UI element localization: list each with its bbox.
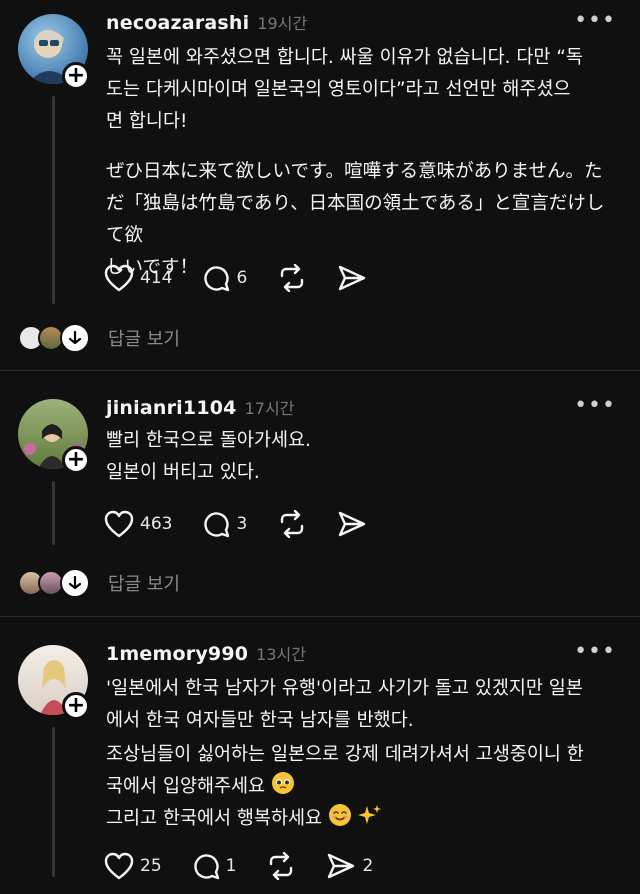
more-horizontal-icon[interactable]: ••• xyxy=(574,8,616,33)
like-button[interactable]: 414 xyxy=(104,264,172,292)
pleading-face-emoji-icon xyxy=(271,772,294,794)
comment-count: 1 xyxy=(225,856,237,876)
like-count: 463 xyxy=(140,514,173,534)
text-segment: 국에서 입양해주세요 xyxy=(106,776,266,797)
text-line: 면 합니다! xyxy=(106,111,188,132)
follow-plus-icon[interactable]: + xyxy=(62,62,90,90)
action-bar: 463 3 xyxy=(104,509,397,539)
view-replies-link[interactable]: 답글 보기 xyxy=(108,325,180,351)
action-bar: 414 6 xyxy=(104,263,397,293)
send-icon xyxy=(339,265,366,291)
post-header: necoazarashi 19시간 xyxy=(106,10,307,36)
comment-button[interactable]: 1 xyxy=(192,852,237,880)
comment-icon xyxy=(193,854,219,880)
post-necoazarashi: + necoazarashi 19시간 ••• 꼭 일본에 와주셨으면 합니다.… xyxy=(0,0,640,370)
text-segment: 조상님들이 싫어하는 일본으로 강제 데려가셔서 고생중이니 한 xyxy=(106,744,584,765)
timestamp: 19시간 xyxy=(257,14,308,33)
comment-count: 6 xyxy=(236,268,248,288)
text-line: 에서 한국 여자들만 한국 남자를 반했다. xyxy=(106,710,414,731)
heart-icon xyxy=(104,852,134,880)
text-line: 일본이 버티고 있다. xyxy=(106,462,260,483)
share-button[interactable]: 2 xyxy=(326,852,373,880)
text-line: 국에서 입양해주세요 xyxy=(106,771,621,803)
post-text: '일본에서 한국 남자가 유행'이라고 사기가 돌고 있겠지만 일본 에서 한국… xyxy=(106,673,621,835)
comment-button[interactable]: 6 xyxy=(202,264,247,292)
like-button[interactable]: 463 xyxy=(104,510,172,538)
repost-button[interactable] xyxy=(266,852,296,880)
thread-line xyxy=(52,481,55,545)
post-1memory990: + 1memory990 13시간 ••• '일본에서 한국 남자가 유행'이라… xyxy=(0,617,640,894)
post-header: 1memory990 13시간 xyxy=(106,641,306,667)
thread-line xyxy=(52,96,55,304)
comment-count: 3 xyxy=(236,514,248,534)
repost-button[interactable] xyxy=(277,510,307,538)
follow-plus-icon[interactable]: + xyxy=(62,446,90,474)
thread-line xyxy=(52,727,55,877)
share-button[interactable] xyxy=(337,510,367,538)
repost-icon xyxy=(270,852,293,880)
comment-icon xyxy=(204,266,230,292)
post-text: 빨리 한국으로 돌아가세요. 일본이 버티고 있다. xyxy=(106,425,621,489)
arrow-down-icon[interactable] xyxy=(60,323,90,353)
post-header: jinianri1104 17시간 xyxy=(106,395,294,421)
action-bar: 25 1 2 xyxy=(104,851,403,881)
heart-icon xyxy=(104,264,134,292)
more-horizontal-icon[interactable]: ••• xyxy=(574,393,616,418)
text-line: 빨리 한국으로 돌아가세요. xyxy=(106,430,311,451)
timestamp: 17시간 xyxy=(244,399,295,418)
heart-icon xyxy=(104,510,134,538)
text-line: 조상님들이 싫어하는 일본으로 강제 데려가셔서 고생중이니 한 xyxy=(106,739,621,771)
username[interactable]: 1memory990 xyxy=(106,643,248,665)
like-button[interactable]: 25 xyxy=(104,852,162,880)
like-count: 25 xyxy=(140,856,162,876)
send-icon xyxy=(328,853,355,879)
text-line: 도는 다케시마이며 일본국의 영토이다”라고 선언만 해주셨으 xyxy=(106,79,571,100)
send-icon xyxy=(339,511,366,537)
sparkles-emoji-icon xyxy=(357,805,381,824)
post-text: 꼭 일본에 와주셨으면 합니다. 싸울 이유가 없습니다. 다만 “독 도는 다… xyxy=(106,42,621,284)
like-count: 414 xyxy=(140,268,173,288)
repost-icon xyxy=(281,264,304,292)
text-segment: 그리고 한국에서 행복하세요 xyxy=(106,808,323,829)
more-horizontal-icon[interactable]: ••• xyxy=(574,639,616,664)
view-replies-link[interactable]: 답글 보기 xyxy=(108,570,180,596)
text-line: ぜひ日本に来て欲しいです。喧嘩する意味がありません。た xyxy=(106,161,603,182)
timestamp: 13시간 xyxy=(256,645,306,664)
post-jinianri1104: + jinianri1104 17시간 ••• 빨리 한국으로 돌아가세요. 일… xyxy=(0,371,640,615)
arrow-down-icon[interactable] xyxy=(60,568,90,598)
replies-row[interactable]: 답글 보기 xyxy=(18,568,180,598)
repost-button[interactable] xyxy=(277,264,307,292)
comment-icon xyxy=(204,512,230,538)
text-line: だ「独島は竹島であり、日本国の領土である」と宣言だけして欲 xyxy=(106,193,605,246)
text-line: 꼭 일본에 와주셨으면 합니다. 싸울 이유가 없습니다. 다만 “독 xyxy=(106,47,583,68)
text-line: '일본에서 한국 남자가 유행'이라고 사기가 돌고 있겠지만 일본 xyxy=(106,678,583,699)
repost-icon xyxy=(281,510,304,538)
smiling-face-emoji-icon xyxy=(328,804,351,826)
replies-row[interactable]: 답글 보기 xyxy=(18,323,180,353)
comment-button[interactable]: 3 xyxy=(202,510,247,538)
username[interactable]: jinianri1104 xyxy=(106,397,237,419)
share-count: 2 xyxy=(362,856,374,876)
text-line: 그리고 한국에서 행복하세요 xyxy=(106,803,621,835)
share-button[interactable] xyxy=(337,264,367,292)
follow-plus-icon[interactable]: + xyxy=(62,692,90,720)
username[interactable]: necoazarashi xyxy=(106,12,249,34)
